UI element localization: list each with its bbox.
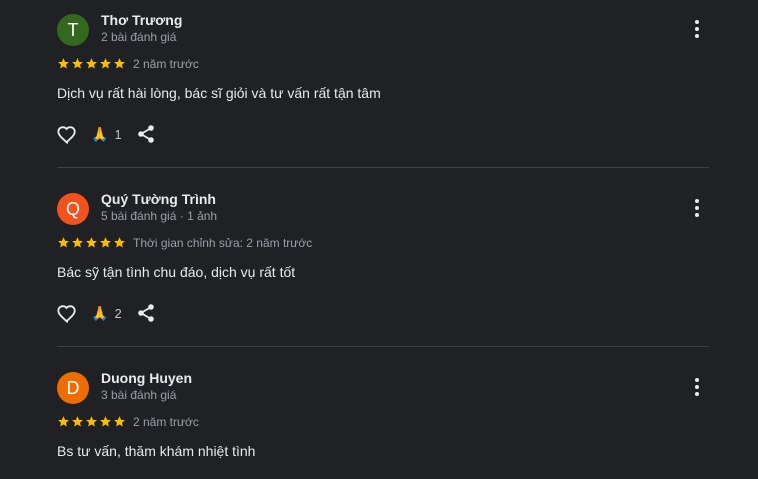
reviewer-name[interactable]: Thơ Trương [101,12,182,28]
dot [695,34,699,38]
review-text: Bác sỹ tận tình chu đáo, dịch vụ rất tốt [57,264,296,280]
heart-outline-icon [57,305,76,323]
review-actions: 🙏 2 [55,301,158,325]
star-icon [114,237,125,248]
reviewer-meta: 3 bài đánh giá [101,388,177,402]
like-button[interactable] [55,301,79,325]
more-options-button[interactable] [686,197,708,219]
avatar[interactable]: D [57,372,89,404]
more-options-button[interactable] [686,376,708,398]
reaction-summary[interactable]: 🙏 2 [91,306,122,321]
pray-emoji-icon: 🙏 [91,126,109,142]
more-options-button[interactable] [686,18,708,40]
reaction-summary[interactable]: 🙏 1 [91,127,122,142]
star-icon [100,416,111,427]
star-icon [58,237,69,248]
review-time: 2 năm trước [133,57,199,71]
star-rating [57,57,126,70]
reaction-count: 2 [114,305,122,321]
star-rating [57,236,126,249]
star-icon [86,58,97,69]
share-icon [137,304,154,322]
reviewer-name[interactable]: Duong Huyen [101,370,192,386]
star-icon [86,237,97,248]
star-icon [100,237,111,248]
review-time: 2 năm trước [133,415,199,429]
star-icon [114,416,125,427]
star-icon [114,58,125,69]
heart-outline-icon [57,126,76,144]
star-icon [58,416,69,427]
reviewer-name[interactable]: Quý Tường Trình [101,191,216,207]
dot [695,385,699,389]
divider [57,346,709,347]
dot [695,206,699,210]
dot [695,392,699,396]
dot [695,20,699,24]
review-time: Thời gian chỉnh sửa: 2 năm trước [133,236,313,250]
share-button[interactable] [134,301,158,325]
star-rating [57,415,126,428]
review-text: Dịch vụ rất hài lòng, bác sĩ giỏi và tư … [57,85,381,101]
star-icon [72,416,83,427]
review-actions: 🙏 1 [55,122,158,146]
dot [695,199,699,203]
star-icon [58,58,69,69]
star-icon [72,58,83,69]
star-icon [86,416,97,427]
avatar[interactable]: Q [57,193,89,225]
share-button[interactable] [134,122,158,146]
reaction-count: 1 [114,126,122,142]
pray-emoji-icon: 🙏 [91,305,109,321]
dot [695,213,699,217]
share-icon [137,125,154,143]
like-button[interactable] [55,122,79,146]
dot [695,378,699,382]
star-icon [100,58,111,69]
reviewer-meta: 5 bài đánh giá · 1 ảnh [101,209,218,223]
avatar[interactable]: T [57,14,89,46]
divider [57,167,709,168]
star-icon [72,237,83,248]
review-text: Bs tư vấn, thăm khám nhiệt tình [57,443,256,459]
dot [695,27,699,31]
reviewer-meta: 2 bài đánh giá [101,30,177,44]
